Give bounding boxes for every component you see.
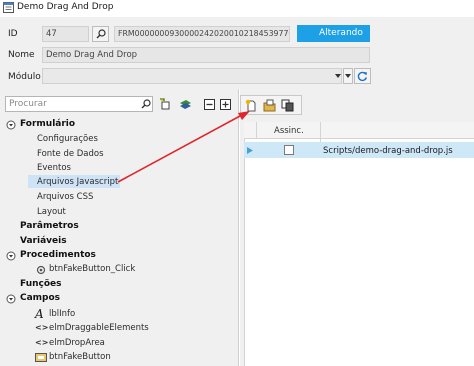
annotation-arrow [117, 111, 250, 183]
